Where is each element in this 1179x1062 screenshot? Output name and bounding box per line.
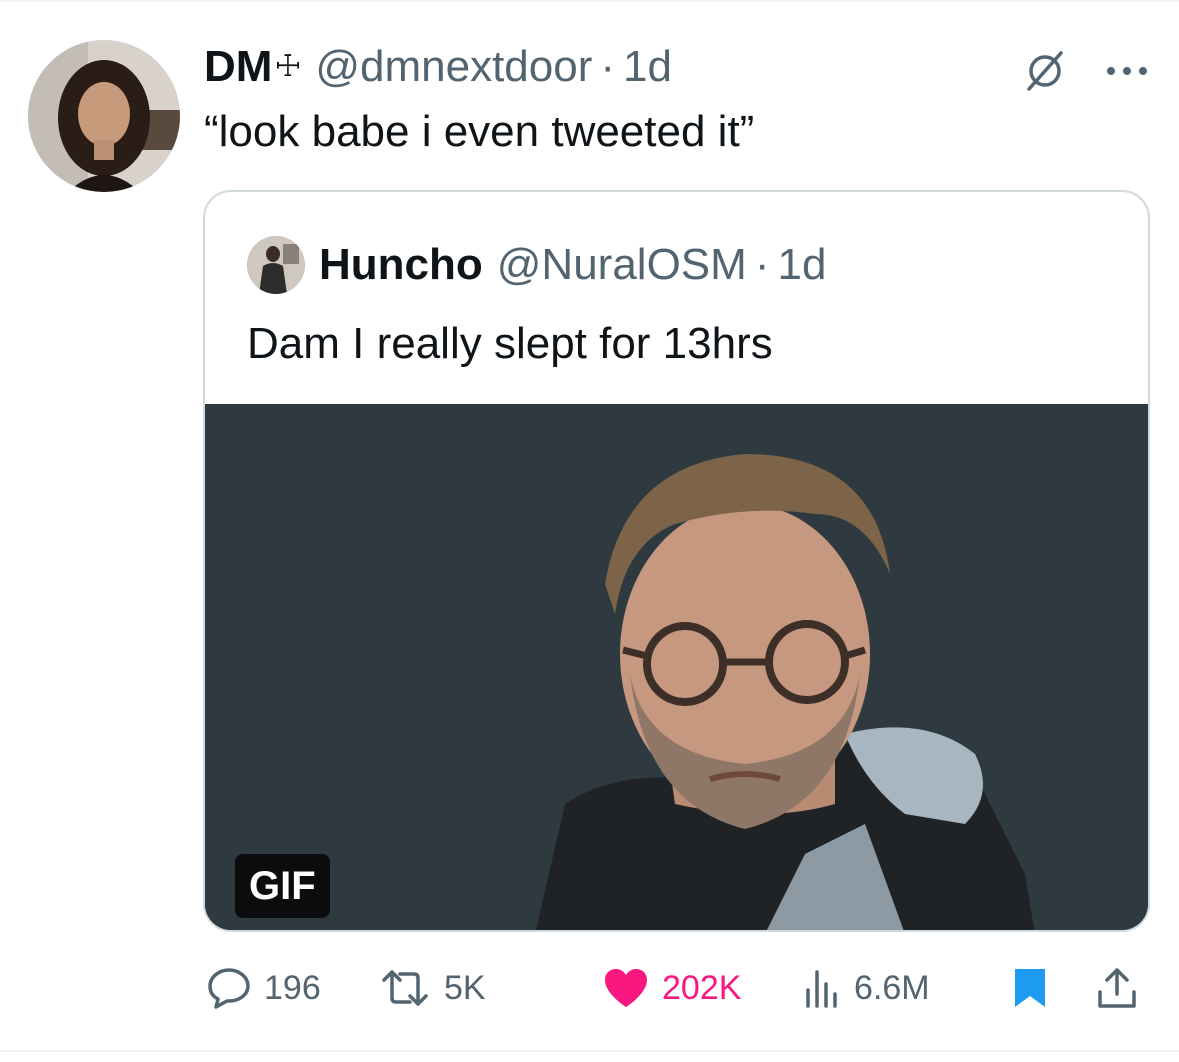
reply-button[interactable]: 196 [206, 962, 321, 1014]
reply-count: 196 [264, 968, 321, 1007]
bottom-divider [0, 1050, 1179, 1052]
quoted-tweet-header: Huncho @NuralOSM · 1d [247, 236, 826, 294]
gif-frame [205, 404, 1148, 930]
cross-emoji: ☩ [274, 50, 302, 83]
views-button[interactable]: 6.6M [802, 962, 930, 1014]
heart-icon [602, 967, 662, 1009]
quoted-tweet[interactable]: Huncho @NuralOSM · 1d Dam I really slept… [203, 190, 1150, 932]
reply-icon [206, 966, 264, 1010]
quoted-author-display-name[interactable]: Huncho [319, 240, 483, 290]
tweet-header: DM ☩ @dmnextdoor · 1d [204, 40, 672, 94]
tweet-timestamp[interactable]: 1d [623, 40, 672, 94]
share-button[interactable] [1096, 962, 1150, 1014]
header-actions [1021, 46, 1149, 96]
share-icon [1096, 966, 1150, 1010]
author-display-name[interactable]: DM [204, 40, 272, 94]
retweet-icon [378, 968, 444, 1008]
views-count: 6.6M [854, 968, 930, 1007]
views-icon [802, 968, 854, 1008]
grok-icon[interactable] [1021, 47, 1069, 95]
quoted-author-handle[interactable]: @NuralOSM [497, 240, 747, 290]
like-button[interactable]: 202K [602, 962, 741, 1014]
tweet-text: “look babe i even tweeted it” [204, 107, 755, 156]
tweet-action-bar: 196 5K 202K 6.6M [206, 962, 1146, 1014]
more-icon[interactable] [1105, 65, 1149, 77]
author-handle[interactable]: @dmnextdoor [315, 40, 592, 94]
quoted-header-separator: · [754, 240, 770, 289]
header-separator: · [600, 42, 616, 91]
quoted-gif-media[interactable]: GIF [205, 404, 1148, 930]
quoted-author-avatar[interactable] [247, 236, 305, 294]
bookmark-button[interactable] [1012, 962, 1060, 1014]
top-divider [0, 0, 1179, 2]
quoted-avatar-photo [247, 236, 305, 294]
like-count: 202K [662, 968, 742, 1007]
gif-badge: GIF [235, 854, 330, 918]
quoted-tweet-text: Dam I really slept for 13hrs [247, 319, 773, 368]
quoted-tweet-timestamp[interactable]: 1d [777, 240, 826, 290]
avatar-photo [28, 40, 180, 192]
retweet-button[interactable]: 5K [378, 962, 486, 1014]
author-avatar[interactable] [28, 40, 180, 192]
retweet-count: 5K [444, 968, 486, 1007]
bookmark-icon [1012, 966, 1060, 1010]
